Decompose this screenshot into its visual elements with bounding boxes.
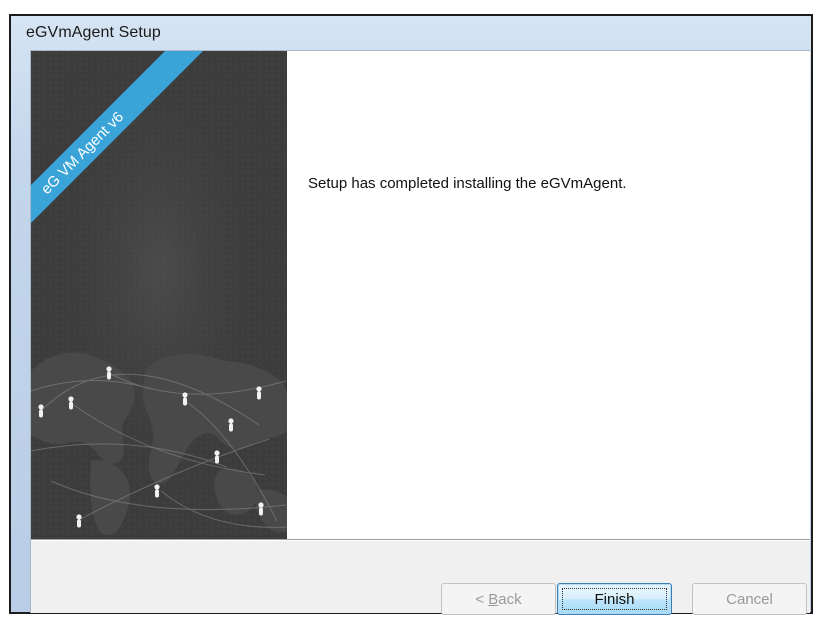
finish-button[interactable]: Finish: [557, 583, 672, 615]
cancel-label: Cancel: [726, 590, 773, 608]
setup-window: eGVmAgent Setup eG VM Agent v6 Setup has…: [9, 14, 813, 615]
cancel-button[interactable]: Cancel: [692, 583, 807, 615]
banner-image: eG VM Agent v6: [31, 51, 287, 539]
back-button[interactable]: < Back: [441, 583, 556, 615]
focus-rectangle: [562, 588, 667, 610]
world-map-graphic: eG VM Agent v6: [31, 51, 287, 539]
back-prefix: <: [475, 590, 489, 608]
completion-message: Setup has completed installing the eGVmA…: [308, 175, 627, 192]
button-separator: [31, 539, 810, 541]
title-bar[interactable]: eGVmAgent Setup: [11, 16, 811, 50]
content-panel: Setup has completed installing the eGVmA…: [287, 51, 810, 539]
window-title: eGVmAgent Setup: [26, 24, 161, 41]
back-label-rest: ack: [498, 590, 522, 608]
back-accelerator: B: [488, 590, 499, 608]
dialog-client-area: eG VM Agent v6 Setup has completed insta…: [30, 50, 810, 615]
